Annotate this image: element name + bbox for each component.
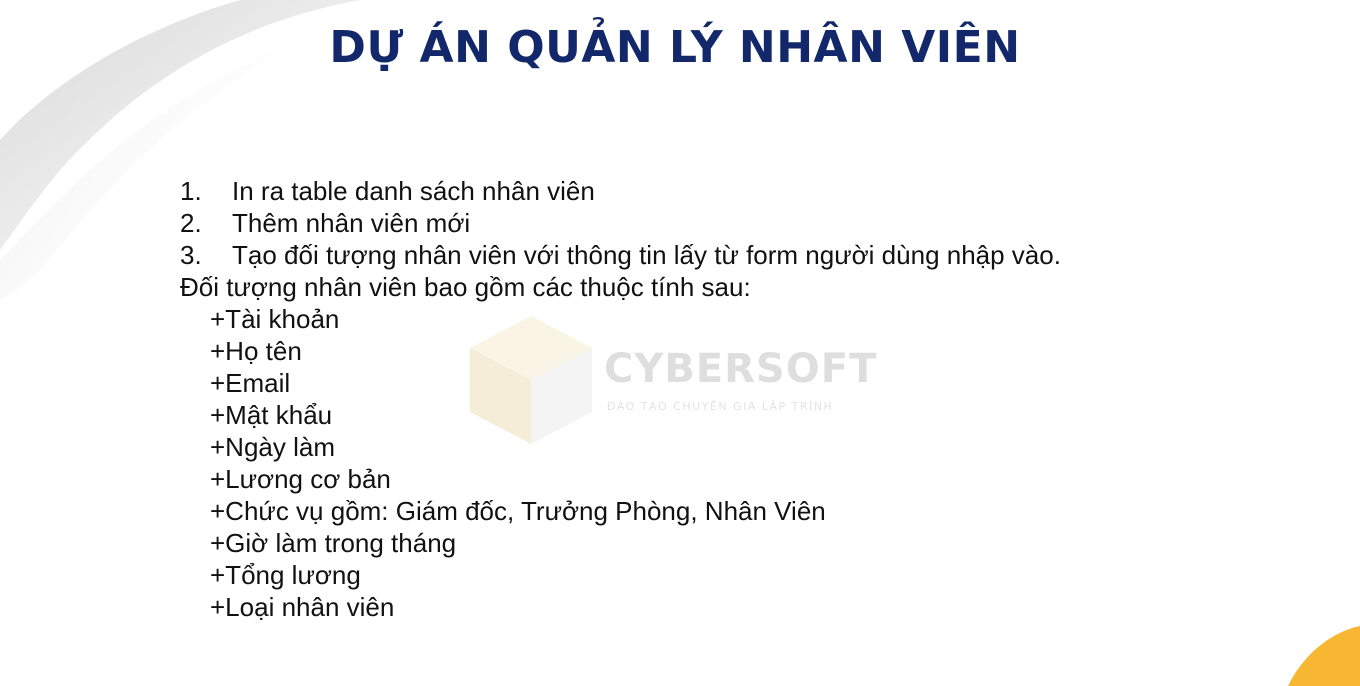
list-item: 2. Thêm nhân viên mới <box>180 207 1061 239</box>
attribute-item: +Ngày làm <box>210 432 335 462</box>
corner-accent-shape <box>1288 626 1360 686</box>
requirements-content: 1. In ra table danh sách nhân viên 2. Th… <box>180 175 1061 623</box>
attribute-item: +Email <box>210 368 291 398</box>
attribute-item: +Mật khẩu <box>210 400 333 430</box>
attribute-item: +Loại nhân viên <box>210 592 395 622</box>
attributes-intro: Đối tượng nhân viên bao gồm các thuộc tí… <box>180 272 751 302</box>
list-number: 2. <box>180 208 202 238</box>
list-text: Thêm nhân viên mới <box>232 208 471 238</box>
list-text: In ra table danh sách nhân viên <box>232 176 595 206</box>
page-title: DỰ ÁN QUẢN LÝ NHÂN VIÊN <box>329 22 1021 73</box>
list-number: 1. <box>180 176 202 206</box>
list-number: 3. <box>180 240 202 270</box>
list-item: 1. In ra table danh sách nhân viên <box>180 175 1061 207</box>
attribute-item: +Tài khoản <box>210 304 340 334</box>
attribute-item: +Họ tên <box>210 336 302 366</box>
attribute-item: +Tổng lương <box>210 560 361 590</box>
attribute-item: +Chức vụ gồm: Giám đốc, Trưởng Phòng, Nh… <box>210 496 826 526</box>
attribute-item: +Lương cơ bản <box>210 464 391 494</box>
list-text: Tạo đối tượng nhân viên với thông tin lấ… <box>232 240 1061 270</box>
attribute-item: +Giờ làm trong tháng <box>210 528 457 558</box>
list-item: 3. Tạo đối tượng nhân viên với thông tin… <box>180 239 1061 271</box>
